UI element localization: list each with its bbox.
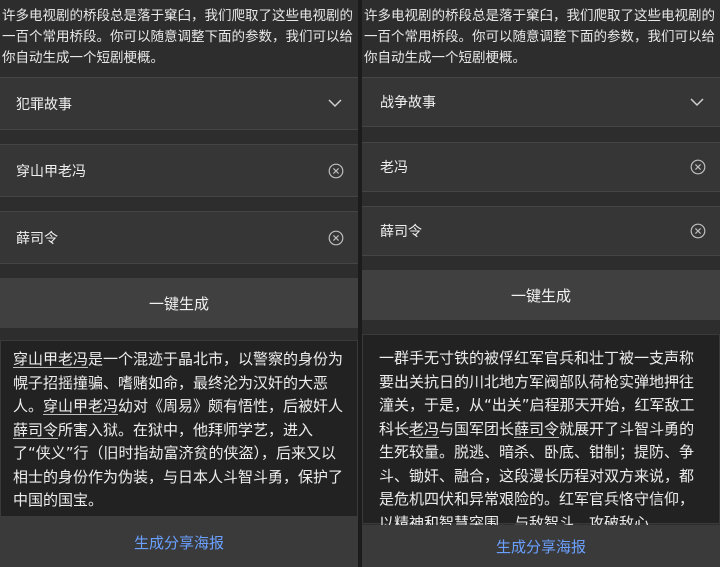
genre-value: 战争故事: [380, 95, 436, 111]
story-text: 幼对《周易》颇有悟性，后被奸人: [118, 397, 344, 415]
antagonist-value: 薛司令: [16, 230, 58, 247]
protagonist-input[interactable]: 老冯: [362, 142, 720, 192]
protagonist-value: 老冯: [380, 160, 408, 176]
genre-select[interactable]: 战争故事: [362, 77, 720, 127]
share-poster-button[interactable]: 生成分享海报: [0, 517, 358, 567]
story-text: 与国军团长: [439, 419, 515, 438]
clear-icon[interactable]: [690, 159, 706, 175]
antagonist-highlight: 薛司令: [514, 419, 560, 438]
clear-icon[interactable]: [690, 223, 706, 239]
right-panel: 许多电视剧的桥段总是落于窠臼，我们爬取了这些电视剧的一百个常用桥段。你可以随意调…: [362, 0, 720, 567]
protagonist-highlight: 老冯: [409, 419, 440, 438]
genre-select[interactable]: 犯罪故事: [0, 77, 358, 130]
antagonist-input[interactable]: 薛司令: [0, 211, 358, 264]
story-text: 所害入狱。在狱中，他拜师学艺，进入了“侠义”行（旧时指劫富济贫的侠盗），后来又以…: [13, 420, 344, 510]
protagonist-value: 穿山甲老冯: [16, 163, 86, 180]
left-panel: 许多电视剧的桥段总是落于窠臼，我们爬取了这些电视剧的一百个常用桥段。你可以随意调…: [0, 0, 358, 567]
genre-value: 犯罪故事: [16, 96, 72, 113]
generate-button[interactable]: 一键生成: [362, 270, 720, 320]
protagonist-highlight: 穿山甲老冯: [43, 397, 119, 415]
story-result: 穿山甲老冯是一个混迹于晶北市，以警察的身份为幌子招摇撞骗、嗜赌如命，最终沦为汉奸…: [0, 340, 358, 517]
protagonist-input[interactable]: 穿山甲老冯: [0, 144, 358, 197]
clear-icon[interactable]: [328, 163, 344, 179]
chevron-down-icon: [328, 97, 342, 111]
generate-button[interactable]: 一键生成: [0, 278, 358, 328]
story-result: 一群手无寸铁的被俘红军官兵和壮丁被一支声称要出关抗日的川北地方军阀部队荷枪实弹地…: [362, 334, 720, 532]
chevron-down-icon: [690, 95, 704, 109]
clear-icon[interactable]: [328, 230, 344, 246]
share-poster-button[interactable]: 生成分享海报: [362, 525, 720, 567]
antagonist-input[interactable]: 薛司令: [362, 206, 720, 256]
intro-text: 许多电视剧的桥段总是落于窠臼，我们爬取了这些电视剧的一百个常用桥段。你可以随意调…: [364, 8, 715, 66]
antagonist-highlight: 薛司令: [13, 420, 59, 439]
protagonist-highlight: 穿山甲老冯: [13, 350, 89, 368]
antagonist-value: 薛司令: [380, 224, 422, 240]
intro-text: 许多电视剧的桥段总是落于窠臼，我们爬取了这些电视剧的一百个常用桥段。你可以随意调…: [2, 8, 353, 66]
